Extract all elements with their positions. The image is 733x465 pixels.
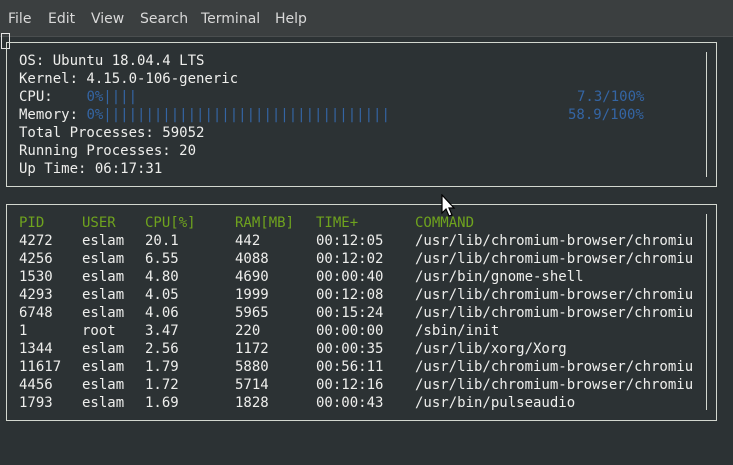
process-row-4-ram: 5965 [235, 305, 269, 321]
process-row-6-command: /usr/lib/xorg/Xorg [415, 341, 567, 357]
process-row-4-command: /usr/lib/chromium-browser/chromiu [415, 305, 694, 321]
memory-line: Memory: 0%||||||||||||||||||||||||||||||… [19, 106, 390, 124]
process-row-8-time: 00:12:16 [316, 377, 384, 393]
process-row-5-ram: 220 [235, 323, 261, 339]
process-row-7-ram: 5880 [235, 359, 269, 375]
kernel-line: Kernel: 4.15.0-106-generic [19, 71, 239, 87]
column-header-cpu: CPU[%] [145, 215, 196, 231]
cpu-usage-bar: 0%|||| [86, 89, 138, 105]
cpu-value: 7.3/100% [577, 89, 645, 105]
process-row-8-user: eslam [82, 377, 125, 393]
process-row-3-user: eslam [82, 287, 125, 303]
process-row-5-pid: 1 [19, 323, 28, 339]
process-row-5-user: root [82, 323, 116, 339]
process-row-6-time: 00:00:35 [316, 341, 384, 357]
process-row-4-pid: 6748 [19, 305, 53, 321]
process-row-7-cpu: 1.79 [145, 359, 179, 375]
process-panel-scroll-edge [706, 214, 707, 410]
column-header-user: USER [82, 215, 116, 231]
process-row-8-ram: 5714 [235, 377, 269, 393]
system-panel-scroll-edge [706, 52, 707, 177]
up-time: Up Time: 06:17:31 [19, 161, 163, 177]
process-row-0-cpu: 20.1 [145, 233, 179, 249]
process-row-2-ram: 4690 [235, 269, 269, 285]
column-header-time: TIME+ [316, 215, 359, 231]
process-row-0-time: 00:12:05 [316, 233, 384, 249]
process-row-4-time: 00:15:24 [316, 305, 384, 321]
process-row-9-time: 00:00:43 [316, 395, 384, 411]
process-row-0-ram: 442 [235, 233, 261, 249]
process-row-7-pid: 11617 [19, 359, 62, 375]
column-header-pid: PID [19, 215, 45, 231]
total-processes: Total Processes: 59052 [19, 125, 205, 141]
process-row-9-pid: 1793 [19, 395, 53, 411]
cpu-label: CPU: [19, 89, 87, 105]
process-row-6-user: eslam [82, 341, 125, 357]
process-row-7-user: eslam [82, 359, 125, 375]
process-row-3-pid: 4293 [19, 287, 53, 303]
mouse-pointer-icon [441, 194, 456, 217]
process-row-3-time: 00:12:08 [316, 287, 384, 303]
cpu-line: CPU: 0%|||| [19, 88, 137, 106]
process-row-8-cpu: 1.72 [145, 377, 179, 393]
memory-label: Memory: [19, 107, 87, 123]
process-row-3-cpu: 4.05 [145, 287, 179, 303]
menu-edit[interactable]: Edit [48, 11, 75, 27]
memory-usage-bar: 0%|||||||||||||||||||||||||||||||||| [86, 107, 390, 123]
process-row-5-time: 00:00:00 [316, 323, 384, 339]
os-line: OS: Ubuntu 18.04.4 LTS [19, 53, 205, 69]
process-row-9-cpu: 1.69 [145, 395, 179, 411]
process-row-7-time: 00:56:11 [316, 359, 384, 375]
process-row-8-pid: 4456 [19, 377, 53, 393]
menu-help[interactable]: Help [275, 11, 307, 27]
process-row-2-command: /usr/bin/gnome-shell [415, 269, 584, 285]
process-row-0-command: /usr/lib/chromium-browser/chromiu [415, 233, 694, 249]
process-row-5-cpu: 3.47 [145, 323, 179, 339]
process-row-9-user: eslam [82, 395, 125, 411]
menu-search[interactable]: Search [140, 11, 188, 27]
process-row-2-pid: 1530 [19, 269, 53, 285]
process-row-0-user: eslam [82, 233, 125, 249]
process-row-1-pid: 4256 [19, 251, 53, 267]
process-row-9-command: /usr/bin/pulseaudio [415, 395, 576, 411]
process-row-2-user: eslam [82, 269, 125, 285]
menu-bar: File Edit View Search Terminal Help [0, 0, 733, 37]
process-row-8-command: /usr/lib/chromium-browser/chromiu [415, 377, 694, 393]
running-processes: Running Processes: 20 [19, 143, 197, 159]
menu-terminal[interactable]: Terminal [201, 11, 260, 27]
menu-file[interactable]: File [8, 11, 31, 27]
process-row-1-ram: 4088 [235, 251, 269, 267]
process-row-3-ram: 1999 [235, 287, 269, 303]
process-row-6-cpu: 2.56 [145, 341, 179, 357]
process-row-2-time: 00:00:40 [316, 269, 384, 285]
process-row-7-command: /usr/lib/chromium-browser/chromiu [415, 359, 694, 375]
process-row-1-cpu: 6.55 [145, 251, 179, 267]
memory-value: 58.9/100% [568, 107, 644, 123]
process-row-5-command: /sbin/init [415, 323, 500, 339]
process-row-9-ram: 1828 [235, 395, 269, 411]
process-row-1-command: /usr/lib/chromium-browser/chromiu [415, 251, 694, 267]
process-row-1-user: eslam [82, 251, 125, 267]
menu-view[interactable]: View [91, 11, 124, 27]
process-row-6-ram: 1172 [235, 341, 269, 357]
process-row-4-cpu: 4.06 [145, 305, 179, 321]
process-row-2-cpu: 4.80 [145, 269, 179, 285]
process-row-6-pid: 1344 [19, 341, 53, 357]
process-row-1-time: 00:12:02 [316, 251, 384, 267]
column-header-ram: RAM[MB] [235, 215, 295, 231]
process-row-3-command: /usr/lib/chromium-browser/chromiu [415, 287, 694, 303]
process-row-0-pid: 4272 [19, 233, 53, 249]
process-row-4-user: eslam [82, 305, 125, 321]
